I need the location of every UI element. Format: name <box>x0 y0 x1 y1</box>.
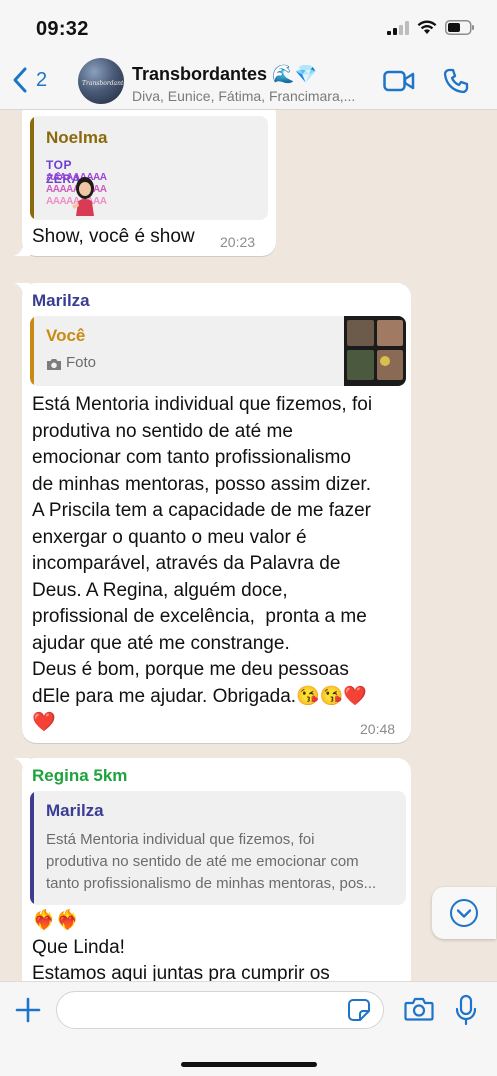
signal-icon <box>387 20 409 35</box>
message-text: ❤️‍🔥❤️‍🔥 Que Linda! Estamos aqui juntas … <box>32 910 330 981</box>
camera-button[interactable] <box>404 996 434 1027</box>
sender-name[interactable]: Regina 5km <box>32 766 127 786</box>
quote-author: Você <box>46 326 86 345</box>
plus-icon <box>15 997 41 1023</box>
quote-bar <box>30 791 34 905</box>
sticker-character <box>72 177 94 216</box>
quoted-message[interactable]: Noelma TOP ZÊRA AAAAAAAAA AAAAAAAAA AAAA… <box>30 116 268 220</box>
message-text: Show, você é show <box>32 226 195 247</box>
quote-media-label: Foto <box>66 354 97 371</box>
photo-tile <box>380 356 390 366</box>
status-time: 09:32 <box>36 18 89 40</box>
quote-author: Marilza <box>46 801 104 820</box>
message-bubble[interactable]: Marilza Você Foto Está Mentoria individu… <box>14 283 411 743</box>
group-name[interactable]: Transbordantes 🌊💎 <box>132 64 317 85</box>
sticker-image: TOP ZÊRA AAAAAAAAA AAAAAAAAA AAAAAAAAA <box>46 158 110 218</box>
sticker-button[interactable] <box>347 998 371 1027</box>
sender-name[interactable]: Marilza <box>32 291 90 311</box>
status-bar: 09:32 <box>0 0 497 52</box>
message-time: 20:48 <box>360 721 396 737</box>
quoted-message[interactable]: Marilza Está Mentoria individual que fiz… <box>30 791 406 905</box>
attach-button[interactable] <box>14 996 42 1029</box>
photo-tile <box>377 350 403 380</box>
voice-call-button[interactable] <box>443 68 469 99</box>
wifi-icon <box>417 20 437 34</box>
avatar-logo-text: Transbordantes <box>82 80 124 87</box>
message-bubble[interactable]: Regina 5km Marilza Está Mentoria individ… <box>14 758 411 981</box>
photo-thumbnail[interactable] <box>344 316 406 386</box>
photo-tile <box>377 320 403 346</box>
camera-icon <box>404 997 434 1021</box>
video-icon <box>383 70 415 92</box>
sticker-icon <box>348 999 370 1021</box>
chat-header: 2 Transbordantes Transbordantes 🌊💎 Diva,… <box>0 52 497 110</box>
bubble-tail <box>14 283 30 297</box>
message-input[interactable] <box>56 991 384 1029</box>
status-icons <box>387 20 475 35</box>
battery-icon <box>445 20 474 35</box>
back-button[interactable]: 2 <box>12 66 47 94</box>
group-avatar[interactable]: Transbordantes <box>78 58 124 104</box>
phone-icon <box>443 68 469 94</box>
mic-button[interactable] <box>455 994 477 1031</box>
quote-author: Noelma <box>46 128 108 147</box>
video-call-button[interactable] <box>383 70 415 97</box>
bubble-tail <box>14 758 30 772</box>
scroll-to-bottom-button[interactable] <box>432 887 496 939</box>
quoted-message[interactable]: Você Foto <box>30 316 406 386</box>
bubble-tail <box>14 242 30 256</box>
message-text: Está Mentoria individual que fizemos, fo… <box>32 394 373 733</box>
photo-tile <box>347 350 374 380</box>
message-bubble[interactable]: Noelma TOP ZÊRA AAAAAAAAA AAAAAAAAA AAAA… <box>14 110 276 256</box>
mic-icon <box>455 994 477 1026</box>
photo-tile <box>347 320 374 346</box>
quote-bar <box>30 116 34 220</box>
chevron-left-icon <box>13 67 27 93</box>
chat-area[interactable]: Noelma TOP ZÊRA AAAAAAAAA AAAAAAAAA AAAA… <box>0 110 497 981</box>
message-time: 20:23 <box>220 234 256 250</box>
quote-bar <box>30 316 34 386</box>
home-indicator <box>181 1062 317 1067</box>
chevron-down-icon <box>450 899 478 927</box>
unread-count: 2 <box>36 68 48 91</box>
quote-text: Está Mentoria individual que fizemos, fo… <box>46 831 377 892</box>
camera-icon <box>47 359 61 370</box>
group-members[interactable]: Diva, Eunice, Fátima, Francimara,... <box>132 88 355 104</box>
